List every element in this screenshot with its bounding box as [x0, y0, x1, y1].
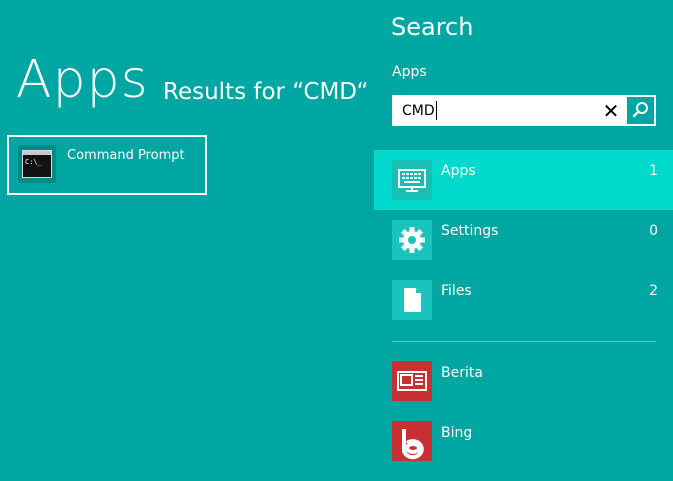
- search-category-files[interactable]: Files 2: [374, 270, 673, 330]
- search-button[interactable]: [627, 97, 654, 124]
- text-caret: [436, 101, 437, 120]
- bing-icon: [392, 421, 432, 461]
- category-label: Settings: [441, 223, 499, 239]
- command-prompt-icon-text: C:\_: [25, 158, 42, 166]
- search-category-apps[interactable]: Apps 1: [374, 150, 673, 210]
- clear-button[interactable]: ✕: [599, 99, 623, 123]
- close-icon: ✕: [602, 99, 620, 123]
- category-label: Files: [441, 283, 472, 299]
- category-label: Apps: [441, 163, 476, 179]
- result-command-prompt[interactable]: C:\_ Command Prompt: [7, 135, 207, 195]
- result-label: Command Prompt: [67, 148, 185, 163]
- category-count: 2: [649, 283, 658, 299]
- search-icon: [632, 102, 648, 118]
- command-prompt-icon: C:\_: [22, 150, 52, 178]
- page-title: Apps: [16, 50, 149, 110]
- gear-icon: [392, 220, 432, 260]
- results-heading: Results for “CMD“: [163, 79, 369, 105]
- keyboard-monitor-icon: [392, 160, 432, 200]
- category-count: 1: [649, 163, 658, 179]
- search-app-berita[interactable]: Berita: [374, 361, 673, 421]
- app-label: Berita: [441, 365, 483, 381]
- search-scope-label: Apps: [392, 64, 427, 80]
- search-input[interactable]: [392, 95, 592, 126]
- news-icon: [392, 361, 432, 401]
- search-box: ✕: [392, 95, 656, 126]
- search-category-settings[interactable]: Settings 0: [374, 210, 673, 270]
- search-pane-title: Search: [391, 13, 474, 41]
- category-count: 0: [649, 223, 658, 239]
- divider: [392, 341, 656, 342]
- command-prompt-icon-tile: C:\_: [18, 145, 56, 183]
- app-label: Bing: [441, 425, 473, 441]
- document-icon: [392, 280, 432, 320]
- search-app-bing[interactable]: Bing: [374, 421, 673, 481]
